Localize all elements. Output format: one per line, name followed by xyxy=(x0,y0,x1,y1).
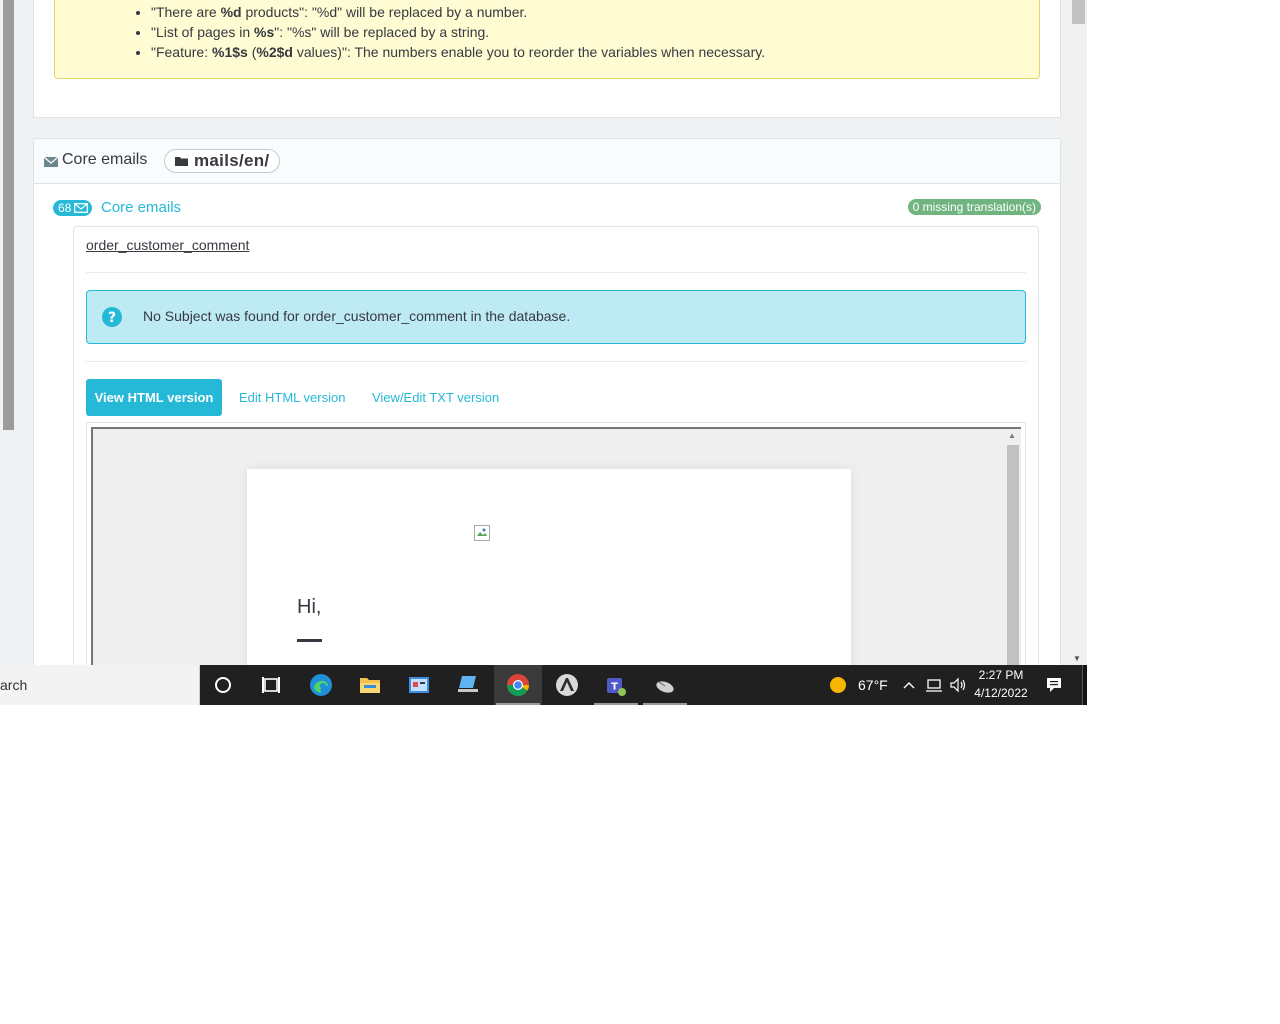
page-scrollbar[interactable]: ▼ xyxy=(1070,0,1087,665)
scroll-down-arrow-icon[interactable]: ▼ xyxy=(1073,654,1081,663)
folder-icon xyxy=(175,157,188,166)
show-desktop-button[interactable] xyxy=(1082,665,1087,705)
scroll-up-arrow-icon[interactable]: ▲ xyxy=(1008,431,1016,440)
preview-scrollbar[interactable]: ▲ xyxy=(1004,429,1021,695)
email-template-card: order_customer_comment ? No Subject was … xyxy=(73,226,1039,705)
tab-view-html-version[interactable]: View HTML version xyxy=(86,379,222,416)
mail-path: mails/en/ xyxy=(194,151,270,170)
chrome-browser-icon[interactable] xyxy=(494,665,542,705)
windows-taskbar: arch T 67°F 2:27 PM 4/12/2022 xyxy=(0,665,1087,705)
divider xyxy=(86,272,1026,273)
browser-viewport: "There are %d products": "%d" will be re… xyxy=(0,0,1087,705)
taskbar-clock-date[interactable]: 4/12/2022 xyxy=(968,686,1034,700)
taskbar-search-box[interactable]: arch xyxy=(0,665,200,705)
app-logo-icon[interactable] xyxy=(543,665,591,705)
email-preview-iframe[interactable]: Hi, ▲ xyxy=(91,427,1021,705)
core-emails-header: Core emails mails/en/ xyxy=(34,139,1060,184)
subject-missing-alert: ? No Subject was found for order_custome… xyxy=(86,290,1026,344)
network-icon[interactable] xyxy=(925,677,943,693)
mouse-settings-icon[interactable] xyxy=(641,665,689,705)
mail-path-badge: mails/en/ xyxy=(164,149,281,173)
tab-edit-html-version[interactable]: Edit HTML version xyxy=(239,390,345,405)
divider xyxy=(86,361,1026,362)
core-emails-panel: Core emails mails/en/ 68 Core emails 0 m… xyxy=(33,138,1061,705)
taskbar-clock-time[interactable]: 2:27 PM xyxy=(968,668,1034,682)
file-explorer-icon[interactable] xyxy=(346,665,394,705)
cortana-icon[interactable] xyxy=(199,665,247,705)
help-item-string: "List of pages in %s": "%s" will be repl… xyxy=(151,22,1039,42)
envelope-icon xyxy=(44,157,58,167)
tab-view-edit-txt-version[interactable]: View/Edit TXT version xyxy=(372,390,499,405)
control-panel-icon[interactable] xyxy=(395,665,443,705)
email-greeting: Hi, xyxy=(297,596,322,618)
help-item-reorder: "Feature: %1$s (%2$d values)": The numbe… xyxy=(151,42,1039,62)
preview-scrollbar-thumb[interactable] xyxy=(1007,445,1019,695)
email-count: 68 xyxy=(58,201,72,215)
volume-icon[interactable] xyxy=(949,677,967,693)
greeting-underline xyxy=(297,639,322,642)
variables-help-alert: "There are %d products": "%d" will be re… xyxy=(54,0,1040,79)
help-item-number: "There are %d products": "%d" will be re… xyxy=(151,2,1039,22)
chevron-up-icon[interactable] xyxy=(902,679,916,691)
laptop-app-icon[interactable] xyxy=(444,665,492,705)
task-view-icon[interactable] xyxy=(247,665,295,705)
svg-text:T: T xyxy=(611,682,618,693)
core-emails-title: Core emails xyxy=(62,151,148,168)
subject-missing-message: No Subject was found for order_customer_… xyxy=(143,308,571,324)
variables-help-list: "There are %d products": "%d" will be re… xyxy=(55,0,1039,62)
weather-temperature[interactable]: 67°F xyxy=(858,677,888,693)
left-sidebar-strip xyxy=(0,0,15,665)
email-template-name[interactable]: order_customer_comment xyxy=(86,237,249,253)
question-circle-icon: ? xyxy=(102,307,122,327)
svg-text:?: ? xyxy=(108,310,116,326)
email-preview-frame: Hi, ▲ xyxy=(86,422,1026,705)
envelope-outline-icon xyxy=(74,203,89,213)
sidebar-scrollbar[interactable] xyxy=(3,0,14,430)
email-count-badge: 68 xyxy=(53,200,93,216)
core-emails-toggle-link[interactable]: Core emails xyxy=(101,199,181,216)
edge-browser-icon[interactable] xyxy=(297,665,345,705)
sun-weather-icon[interactable] xyxy=(829,676,847,694)
taskbar-search-text: arch xyxy=(0,677,28,693)
page-scrollbar-thumb[interactable] xyxy=(1072,0,1085,24)
teams-icon[interactable]: T xyxy=(592,665,640,705)
notification-center-icon[interactable] xyxy=(1045,676,1063,694)
missing-translations-badge: 0 missing translation(s) xyxy=(907,199,1041,215)
broken-image-icon xyxy=(474,525,490,541)
translation-tips-panel: "There are %d products": "%d" will be re… xyxy=(33,0,1061,118)
